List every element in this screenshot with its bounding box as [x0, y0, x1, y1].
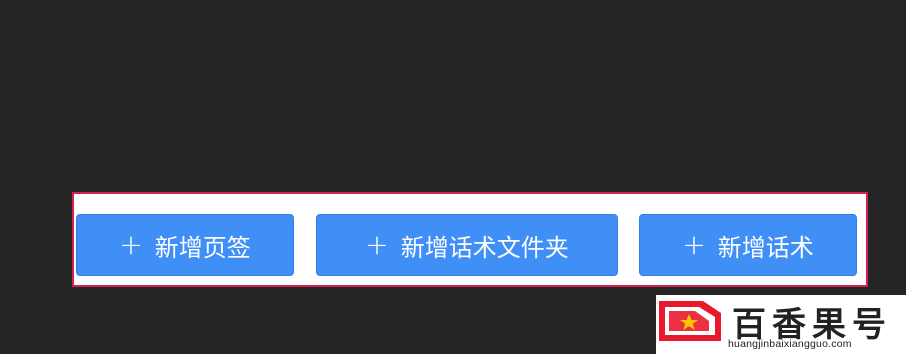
add-script-label: 新增话术 [717, 233, 814, 262]
add-tab-label: 新增页签 [154, 233, 251, 262]
plus-icon: + [119, 228, 143, 261]
add-script-folder-button[interactable]: + 新增话术文件夹 [316, 214, 618, 276]
watermark-url: huangjinbaixiangguo.com [728, 338, 852, 350]
add-tab-button[interactable]: + 新增页签 [76, 214, 294, 276]
brand-logo-icon [659, 301, 721, 341]
add-script-button[interactable]: + 新增话术 [639, 214, 857, 276]
add-script-folder-label: 新增话术文件夹 [400, 233, 569, 262]
watermark: 百香果号 huangjinbaixiangguo.com [656, 295, 906, 354]
plus-icon: + [365, 228, 389, 261]
toolbar-highlight-frame: + 新增页签 + 新增话术文件夹 + 新增话术 [72, 192, 868, 287]
plus-icon: + [682, 228, 706, 261]
